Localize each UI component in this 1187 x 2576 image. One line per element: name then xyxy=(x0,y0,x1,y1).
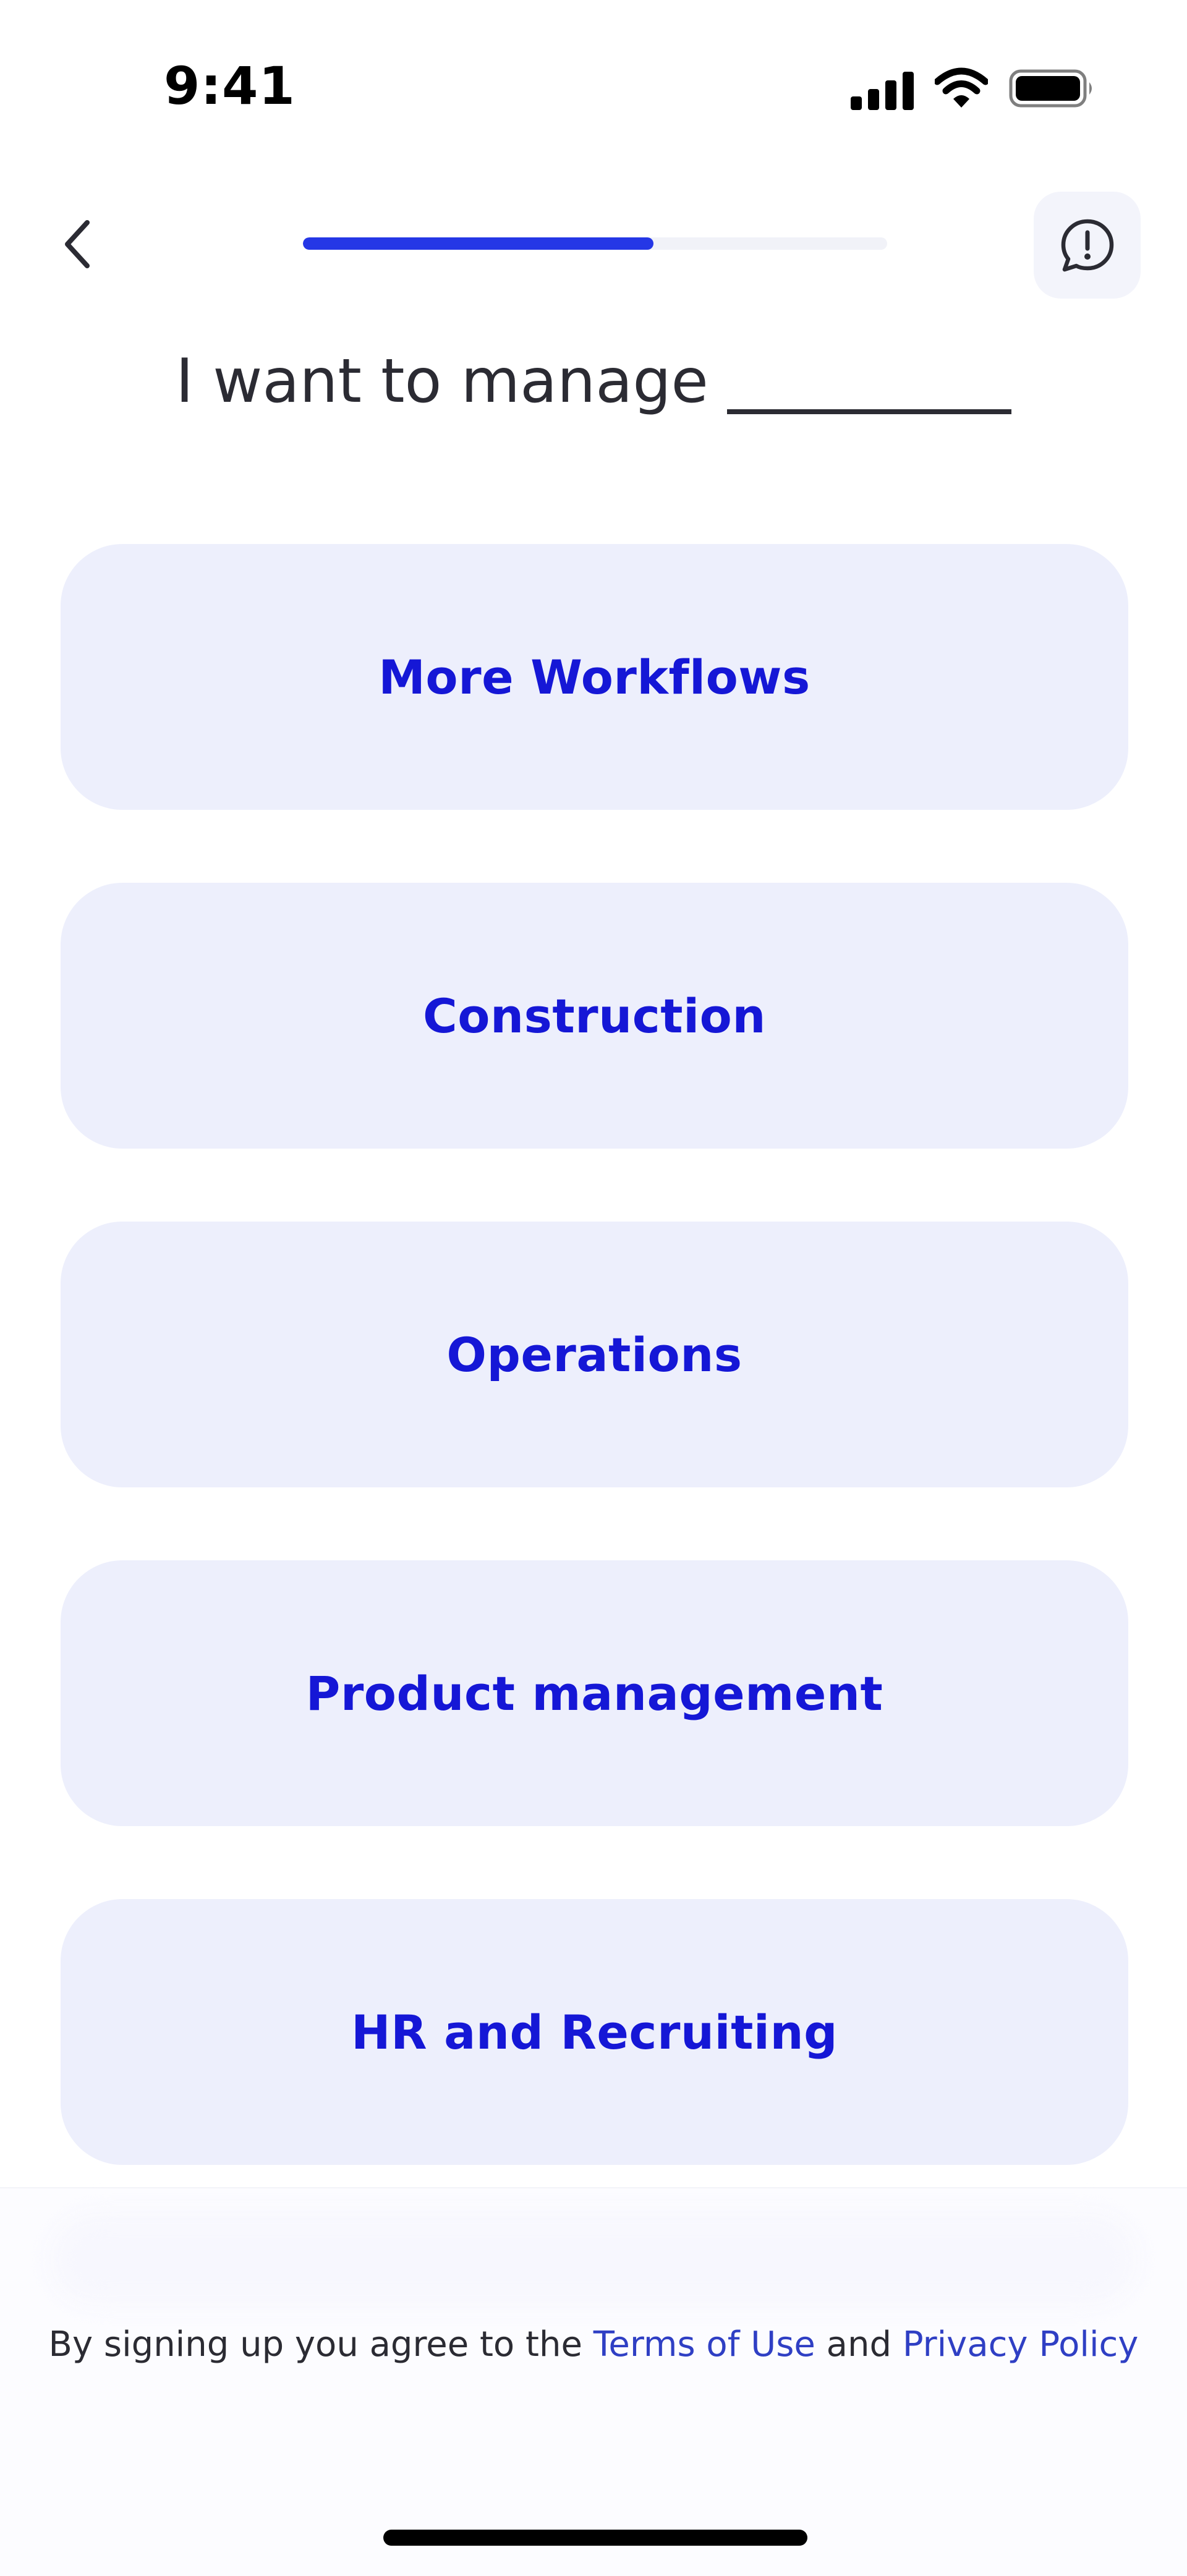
progress-fill xyxy=(303,237,653,250)
option-product-management[interactable]: Product management xyxy=(61,1560,1128,1826)
progress-bar xyxy=(303,237,887,250)
option-more-workflows[interactable]: More Workflows xyxy=(61,544,1128,810)
alert-chat-bubble-icon xyxy=(1061,219,1113,271)
status-bar: 9:41 xyxy=(0,0,1187,173)
option-label: More Workflows xyxy=(378,649,810,705)
home-indicator[interactable] xyxy=(383,2530,807,2546)
option-label: HR and Recruiting xyxy=(351,2004,838,2060)
option-label: Operations xyxy=(446,1327,742,1382)
cellular-signal-icon xyxy=(851,72,914,110)
status-icons xyxy=(851,67,1098,110)
option-label: Construction xyxy=(423,988,766,1044)
footer-fade xyxy=(49,2213,1138,2306)
option-label: Product management xyxy=(305,1665,883,1721)
legal-conjunction: and xyxy=(826,2324,891,2365)
title-blank-line xyxy=(726,409,1011,414)
page-title-text: I want to manage xyxy=(176,346,708,417)
option-operations[interactable]: Operations xyxy=(61,1222,1128,1487)
option-hr-and-recruiting[interactable]: HR and Recruiting xyxy=(61,1899,1128,2165)
feedback-button[interactable] xyxy=(1034,192,1141,299)
wifi-icon xyxy=(935,67,988,108)
option-list: More Workflows Construction Operations P… xyxy=(61,544,1128,2238)
page-title: I want to manage xyxy=(0,346,1187,417)
back-button[interactable] xyxy=(43,210,111,278)
option-construction[interactable]: Construction xyxy=(61,883,1128,1149)
legal-notice: By signing up you agree to the Terms of … xyxy=(0,2324,1187,2365)
legal-prefix: By signing up you agree to the xyxy=(48,2324,582,2365)
privacy-policy-link[interactable]: Privacy Policy xyxy=(903,2324,1139,2365)
battery-icon xyxy=(1009,69,1092,108)
terms-of-use-link[interactable]: Terms of Use xyxy=(594,2324,815,2365)
footer: By signing up you agree to the Terms of … xyxy=(0,2187,1187,2576)
chevron-left-icon xyxy=(65,220,90,268)
status-time: 9:41 xyxy=(164,56,296,116)
